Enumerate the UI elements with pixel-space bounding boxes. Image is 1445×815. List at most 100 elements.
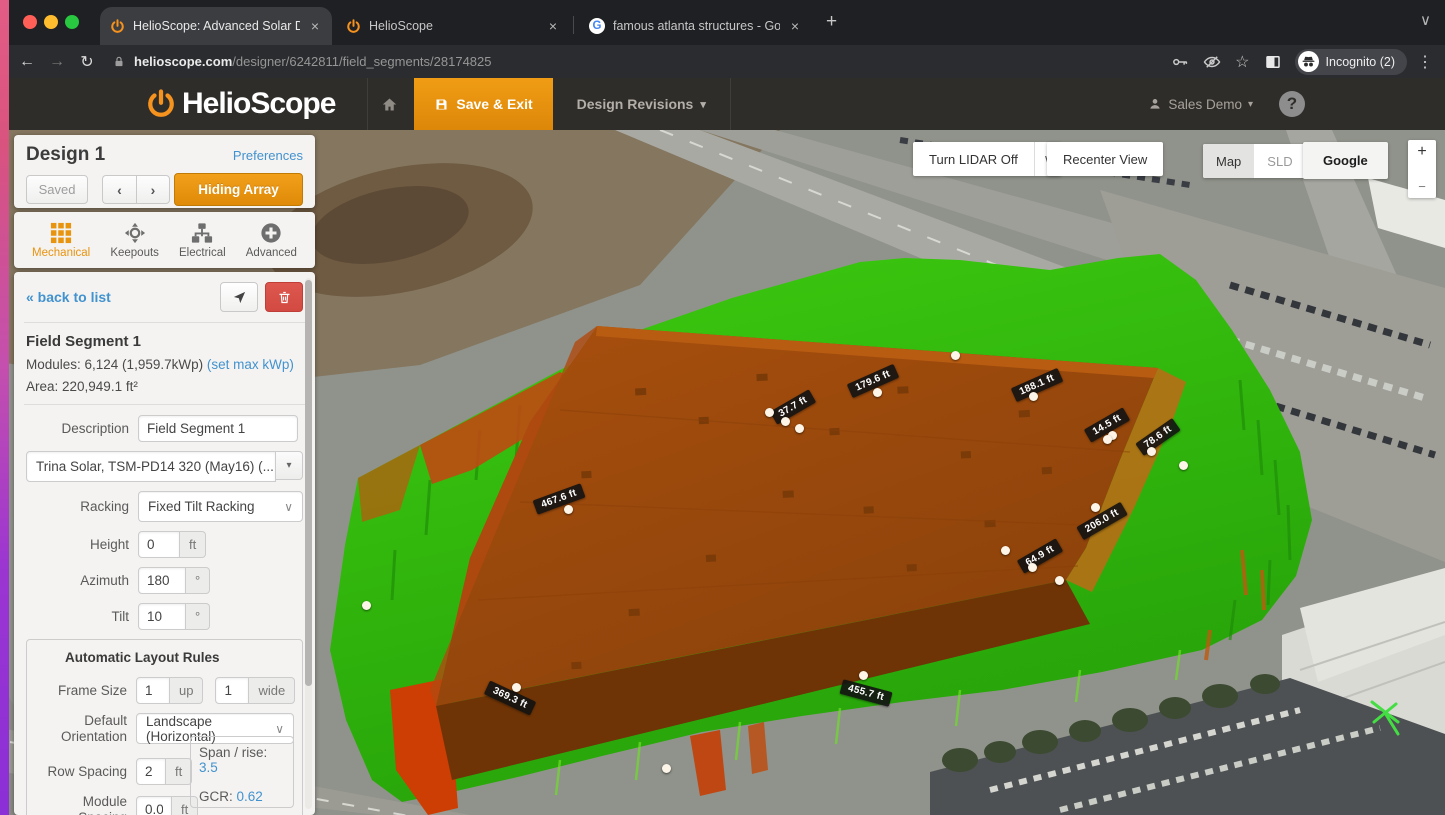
saved-button[interactable]: Saved [26, 175, 88, 204]
redo-button[interactable]: › [136, 175, 170, 204]
zoom-out-button[interactable]: − [1418, 182, 1426, 192]
module-spacing-input[interactable] [136, 796, 172, 815]
module-select[interactable]: Trina Solar, TSM-PD14 320 (May16) (... ▾ [26, 451, 303, 482]
racking-value: Fixed Tilt Racking [148, 499, 255, 514]
vertex-handle[interactable] [1179, 461, 1188, 470]
frame-wide-input[interactable] [215, 677, 249, 704]
tab-close-icon[interactable]: × [546, 18, 560, 34]
helioscope-logo[interactable]: HelioScope [146, 87, 335, 121]
vertex-handle[interactable] [1029, 392, 1038, 401]
preferences-link[interactable]: Preferences [233, 148, 303, 163]
back-button[interactable]: ← [12, 53, 42, 71]
browser-menu-icon[interactable]: ⋮ [1417, 52, 1433, 72]
tab-keepouts[interactable]: Keepouts [110, 222, 159, 259]
vertex-handle[interactable] [781, 417, 790, 426]
person-icon [1148, 97, 1162, 111]
crosshair-icon [124, 222, 146, 244]
description-label: Description [26, 421, 129, 437]
window-close-button[interactable] [23, 15, 37, 29]
vertex-handle[interactable] [362, 601, 371, 610]
delete-segment-button[interactable] [265, 282, 303, 312]
vertex-handle[interactable] [859, 671, 868, 680]
turn-lidar-off-button[interactable]: Turn LIDAR Off [913, 142, 1034, 176]
power-logo-icon [146, 89, 176, 119]
set-max-kwp-link[interactable]: (set max kWp) [207, 357, 294, 372]
frame-wide-unit: wide [249, 677, 295, 704]
vertex-handle[interactable] [1055, 576, 1064, 585]
description-input[interactable] [138, 415, 298, 442]
azimuth-input[interactable] [138, 567, 186, 594]
eye-off-icon[interactable] [1203, 53, 1221, 71]
recenter-view-button[interactable]: Recenter View [1047, 142, 1163, 176]
bookmark-star-icon[interactable]: ☆ [1235, 52, 1249, 72]
design-canvas[interactable]: 37.7 ft179.6 ft188.1 ft14.5 ft78.6 ft467… [0, 130, 1445, 815]
window-fullscreen-button[interactable] [65, 15, 79, 29]
home-button[interactable] [368, 78, 410, 130]
module-select-caret-icon[interactable]: ▾ [276, 451, 303, 480]
hierarchy-icon [191, 222, 213, 244]
module-select-value: Trina Solar, TSM-PD14 320 (May16) (... [26, 451, 276, 482]
sidebar-scrollbar-thumb[interactable] [305, 280, 312, 686]
incognito-icon [1298, 51, 1319, 72]
tab-mechanical[interactable]: Mechanical [32, 222, 90, 259]
vertex-handle[interactable] [765, 408, 774, 417]
user-menu[interactable]: Sales Demo ▾ [1148, 97, 1253, 112]
tab-helioscope[interactable]: HelioScope × [336, 7, 570, 45]
window-minimize-button[interactable] [44, 15, 58, 29]
tab-close-icon[interactable]: × [308, 18, 322, 34]
save-icon [434, 97, 449, 112]
design-panel: Design 1 Preferences Saved ‹ › Hiding Ar… [14, 135, 315, 208]
field-segment-panel: « back to list Field Segment 1 Modules: … [14, 272, 315, 815]
row-spacing-input[interactable] [136, 758, 166, 785]
google-basemap-button[interactable]: Google [1303, 142, 1388, 179]
tab-search-chevron-icon[interactable]: ∨ [1420, 11, 1431, 29]
vertex-handle[interactable] [662, 764, 671, 773]
tab-google-search[interactable]: G famous atlanta structures - Go × [579, 7, 812, 45]
tilt-input[interactable] [138, 603, 186, 630]
sld-view-button[interactable]: SLD [1254, 144, 1305, 178]
vertex-handle[interactable] [1103, 435, 1112, 444]
frame-up-input[interactable] [136, 677, 170, 704]
tab-advanced[interactable]: Advanced [246, 222, 297, 259]
racking-select[interactable]: Fixed Tilt Racking ∨ [138, 491, 303, 522]
help-button[interactable]: ? [1279, 91, 1305, 117]
vertex-handle[interactable] [1147, 447, 1156, 456]
vertex-handle[interactable] [951, 351, 960, 360]
user-name: Sales Demo [1168, 97, 1242, 112]
new-tab-button[interactable]: + [826, 11, 837, 33]
frame-up-unit: up [170, 677, 203, 704]
vertex-handle[interactable] [873, 388, 882, 397]
lidar-toggle-split-button: Turn LIDAR Off ∨ [913, 142, 1061, 176]
address-bar[interactable]: helioscope.com/designer/6242811/field_se… [112, 54, 1164, 69]
height-input[interactable] [138, 531, 180, 558]
azimuth-label: Azimuth [26, 573, 129, 589]
vertex-handle[interactable] [564, 505, 573, 514]
tab-helioscope-designer[interactable]: HelioScope: Advanced Solar D × [100, 7, 332, 45]
trash-icon [277, 290, 292, 305]
vertex-handle[interactable] [1028, 563, 1037, 572]
tab-divider [573, 16, 574, 34]
tilt-unit: ° [186, 603, 210, 630]
url-path: /designer/6242811/field_segments/2817482… [232, 54, 491, 69]
tab-electrical[interactable]: Electrical [179, 222, 226, 259]
vertex-handle[interactable] [795, 424, 804, 433]
save-exit-button[interactable]: Save & Exit [414, 78, 552, 130]
back-to-list-link[interactable]: « back to list [26, 289, 111, 305]
password-key-icon[interactable] [1171, 53, 1189, 71]
undo-button[interactable]: ‹ [102, 175, 136, 204]
vertex-handle[interactable] [512, 683, 521, 692]
incognito-profile-badge[interactable]: Incognito (2) [1295, 49, 1407, 75]
locate-segment-button[interactable] [220, 282, 258, 312]
tab-close-icon[interactable]: × [788, 18, 802, 34]
map-view-button[interactable]: Map [1203, 144, 1254, 178]
lock-icon [112, 55, 126, 69]
hiding-array-button[interactable]: Hiding Array [174, 173, 303, 206]
forward-button[interactable]: → [42, 53, 72, 71]
design-revisions-menu[interactable]: Design Revisions ▾ [553, 78, 730, 130]
side-panel-icon[interactable] [1264, 53, 1282, 71]
zoom-in-button[interactable]: + [1417, 146, 1426, 158]
vertex-handle[interactable] [1001, 546, 1010, 555]
vertex-handle[interactable] [1091, 503, 1100, 512]
reload-button[interactable]: ↻ [72, 52, 102, 72]
span-rise-value: 3.5 [199, 760, 218, 775]
